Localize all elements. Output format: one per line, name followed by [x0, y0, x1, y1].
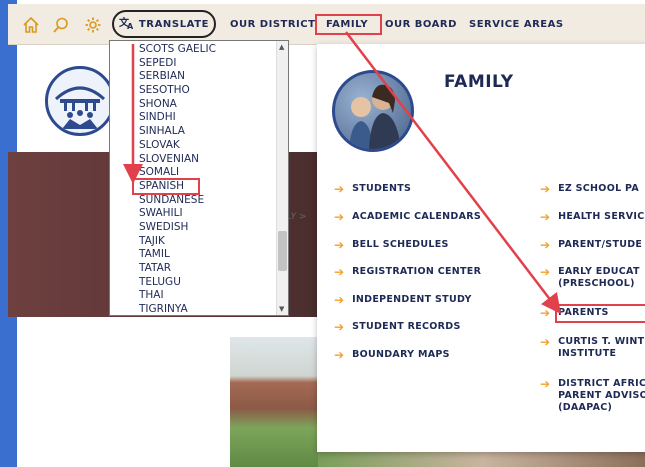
arrow-right-icon: ➔: [540, 265, 551, 279]
language-option[interactable]: SEPEDI: [110, 57, 278, 71]
svg-text:A: A: [127, 22, 134, 30]
home-icon[interactable]: [22, 16, 40, 34]
student-photo: [318, 452, 645, 467]
language-option[interactable]: TATAR: [110, 262, 278, 276]
dropdown-scrollbar[interactable]: ▲ ▼: [276, 41, 288, 315]
family-highlight-box: [315, 14, 382, 35]
language-option[interactable]: SESOTHO: [110, 84, 278, 98]
menu-item-early-education[interactable]: ➔ EARLY EDUCAT (PRESCHOOL): [540, 266, 640, 290]
top-navigation-bar: 文A TRANSLATE OUR DISTRICT FAMILY OUR BOA…: [8, 4, 645, 45]
arrow-right-icon: ➔: [334, 182, 345, 196]
menu-item-independent-study[interactable]: ➔ INDEPENDENT STUDY: [334, 294, 472, 306]
district-logo[interactable]: [45, 66, 115, 136]
arrow-right-icon: ➔: [540, 377, 551, 391]
family-menu-title: FAMILY: [444, 72, 514, 92]
language-option[interactable]: TAMIL: [110, 248, 278, 262]
arrow-right-icon: ➔: [540, 238, 551, 252]
spanish-highlight-box: [132, 178, 200, 195]
scroll-down-icon[interactable]: ▼: [279, 305, 284, 313]
menu-item-students[interactable]: ➔ STUDENTS: [334, 183, 411, 195]
language-option[interactable]: SERBIAN: [110, 70, 278, 84]
gear-icon[interactable]: [84, 16, 102, 34]
menu-item-boundary-maps[interactable]: ➔ BOUNDARY MAPS: [334, 349, 450, 361]
school-building-photo: [230, 337, 318, 467]
search-icon[interactable]: [52, 16, 70, 34]
arrow-right-icon: ➔: [334, 210, 345, 224]
arrow-right-icon: ➔: [334, 238, 345, 252]
menu-item-ez-school-pay[interactable]: ➔ EZ SCHOOL PA: [540, 183, 639, 195]
language-option[interactable]: SHONA: [110, 98, 278, 112]
language-option[interactable]: SCOTS GAELIC: [110, 43, 278, 57]
language-option[interactable]: SINHALA: [110, 125, 278, 139]
parents-highlight-box: [555, 304, 645, 323]
arrow-right-icon: ➔: [540, 335, 551, 349]
menu-item-daapac[interactable]: ➔ DISTRICT AFRIC PARENT ADVISO (DAAPAC): [540, 378, 645, 414]
menu-item-registration-center[interactable]: ➔ REGISTRATION CENTER: [334, 266, 481, 278]
nav-our-board[interactable]: OUR BOARD: [385, 19, 457, 30]
language-option[interactable]: SLOVAK: [110, 139, 278, 153]
language-option[interactable]: TAJIK: [110, 235, 278, 249]
menu-item-academic-calendars[interactable]: ➔ ACADEMIC CALENDARS: [334, 211, 481, 223]
arrow-right-icon: ➔: [334, 348, 345, 362]
language-option[interactable]: TIGRINYA: [110, 303, 278, 315]
menu-item-bell-schedules[interactable]: ➔ BELL SCHEDULES: [334, 239, 449, 251]
language-option[interactable]: TELUGU: [110, 276, 278, 290]
language-option[interactable]: THAI: [110, 289, 278, 303]
scroll-up-icon[interactable]: ▲: [279, 43, 284, 51]
language-option[interactable]: SWEDISH: [110, 221, 278, 235]
language-option[interactable]: SUNDANESE: [110, 194, 278, 208]
language-option[interactable]: SINDHI: [110, 111, 278, 125]
arrow-right-icon: ➔: [334, 320, 345, 334]
arrow-right-icon: ➔: [334, 265, 345, 279]
language-option[interactable]: SWAHILI: [110, 207, 278, 221]
translate-button[interactable]: 文A TRANSLATE: [112, 10, 216, 38]
menu-item-student-records[interactable]: ➔ STUDENT RECORDS: [334, 321, 461, 333]
menu-item-health-services[interactable]: ➔ HEALTH SERVIC: [540, 211, 644, 223]
family-menu-photo: [332, 70, 414, 152]
arrow-right-icon: ➔: [540, 182, 551, 196]
translate-label: TRANSLATE: [138, 18, 210, 30]
arrow-right-icon: ➔: [334, 293, 345, 307]
menu-item-parent-student[interactable]: ➔ PARENT/STUDE: [540, 239, 642, 251]
arrow-right-icon: ➔: [540, 306, 551, 320]
scrollbar-thumb[interactable]: [278, 231, 287, 271]
language-option[interactable]: SLOVENIAN: [110, 153, 278, 167]
nav-our-district[interactable]: OUR DISTRICT: [230, 19, 315, 30]
menu-item-curtis-institute[interactable]: ➔ CURTIS T. WINT INSTITUTE: [540, 336, 644, 360]
translate-icon: 文A: [119, 15, 135, 34]
arrow-right-icon: ➔: [540, 210, 551, 224]
nav-service-areas[interactable]: SERVICE AREAS: [469, 19, 564, 30]
